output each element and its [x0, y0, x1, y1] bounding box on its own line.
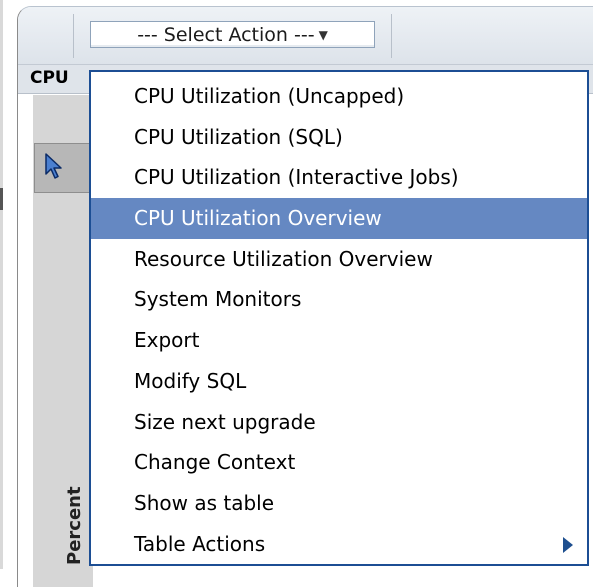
- toolbar: --- Select Action --- ▼: [18, 7, 593, 65]
- select-action-dropdown[interactable]: --- Select Action --- ▼: [90, 21, 375, 48]
- left-edge-marker: [0, 188, 3, 210]
- y-axis-title: Percent: [64, 486, 85, 565]
- section-label: CPU: [30, 68, 69, 88]
- menu-item-label: CPU Utilization (Uncapped): [134, 84, 405, 108]
- menu-item-cpu-utilization-sql[interactable]: CPU Utilization (SQL): [91, 117, 587, 158]
- menu-item-label: Table Actions: [134, 531, 266, 556]
- menu-item-export[interactable]: Export: [91, 320, 587, 361]
- toolbar-separator: [391, 14, 392, 58]
- left-border: [0, 0, 3, 569]
- select-tool-button[interactable]: [34, 143, 90, 193]
- menu-item-label: Resource Utilization Overview: [134, 246, 433, 271]
- menu-item-label: Size next upgrade: [134, 409, 316, 434]
- menu-item-label: Show as table: [134, 490, 275, 515]
- menu-item-label: System Monitors: [134, 287, 302, 312]
- menu-item-label: Export: [134, 328, 200, 353]
- menu-item-cpu-utilization-uncapped[interactable]: CPU Utilization (Uncapped): [91, 76, 587, 117]
- menu-item-label: Modify SQL: [134, 368, 247, 393]
- pointer-cursor-icon: [45, 153, 62, 179]
- menu-item-show-as-table[interactable]: Show as table: [91, 483, 587, 524]
- menu-item-modify-sql[interactable]: Modify SQL: [91, 361, 587, 402]
- menu-item-label: Change Context: [134, 450, 296, 475]
- menu-item-cpu-utilization-overview[interactable]: CPU Utilization Overview: [91, 198, 587, 239]
- action-menu: CPU Utilization (Uncapped) CPU Utilizati…: [89, 70, 589, 566]
- menu-item-table-actions[interactable]: Table Actions: [91, 524, 587, 565]
- menu-item-label: CPU Utilization (SQL): [134, 124, 343, 149]
- menu-item-cpu-utilization-interactive-jobs[interactable]: CPU Utilization (Interactive Jobs): [91, 157, 587, 198]
- menu-item-label: CPU Utilization (Interactive Jobs): [134, 165, 459, 190]
- submenu-arrow-icon: [563, 536, 573, 553]
- menu-item-change-context[interactable]: Change Context: [91, 442, 587, 483]
- menu-item-system-monitors[interactable]: System Monitors: [91, 279, 587, 320]
- menu-item-label: CPU Utilization Overview: [134, 206, 382, 231]
- triangle-down-icon: ▼: [318, 27, 328, 42]
- toolbar-separator: [73, 14, 74, 58]
- menu-item-resource-utilization-overview[interactable]: Resource Utilization Overview: [91, 239, 587, 280]
- menu-item-size-next-upgrade[interactable]: Size next upgrade: [91, 402, 587, 443]
- select-action-label: --- Select Action ---: [137, 23, 315, 46]
